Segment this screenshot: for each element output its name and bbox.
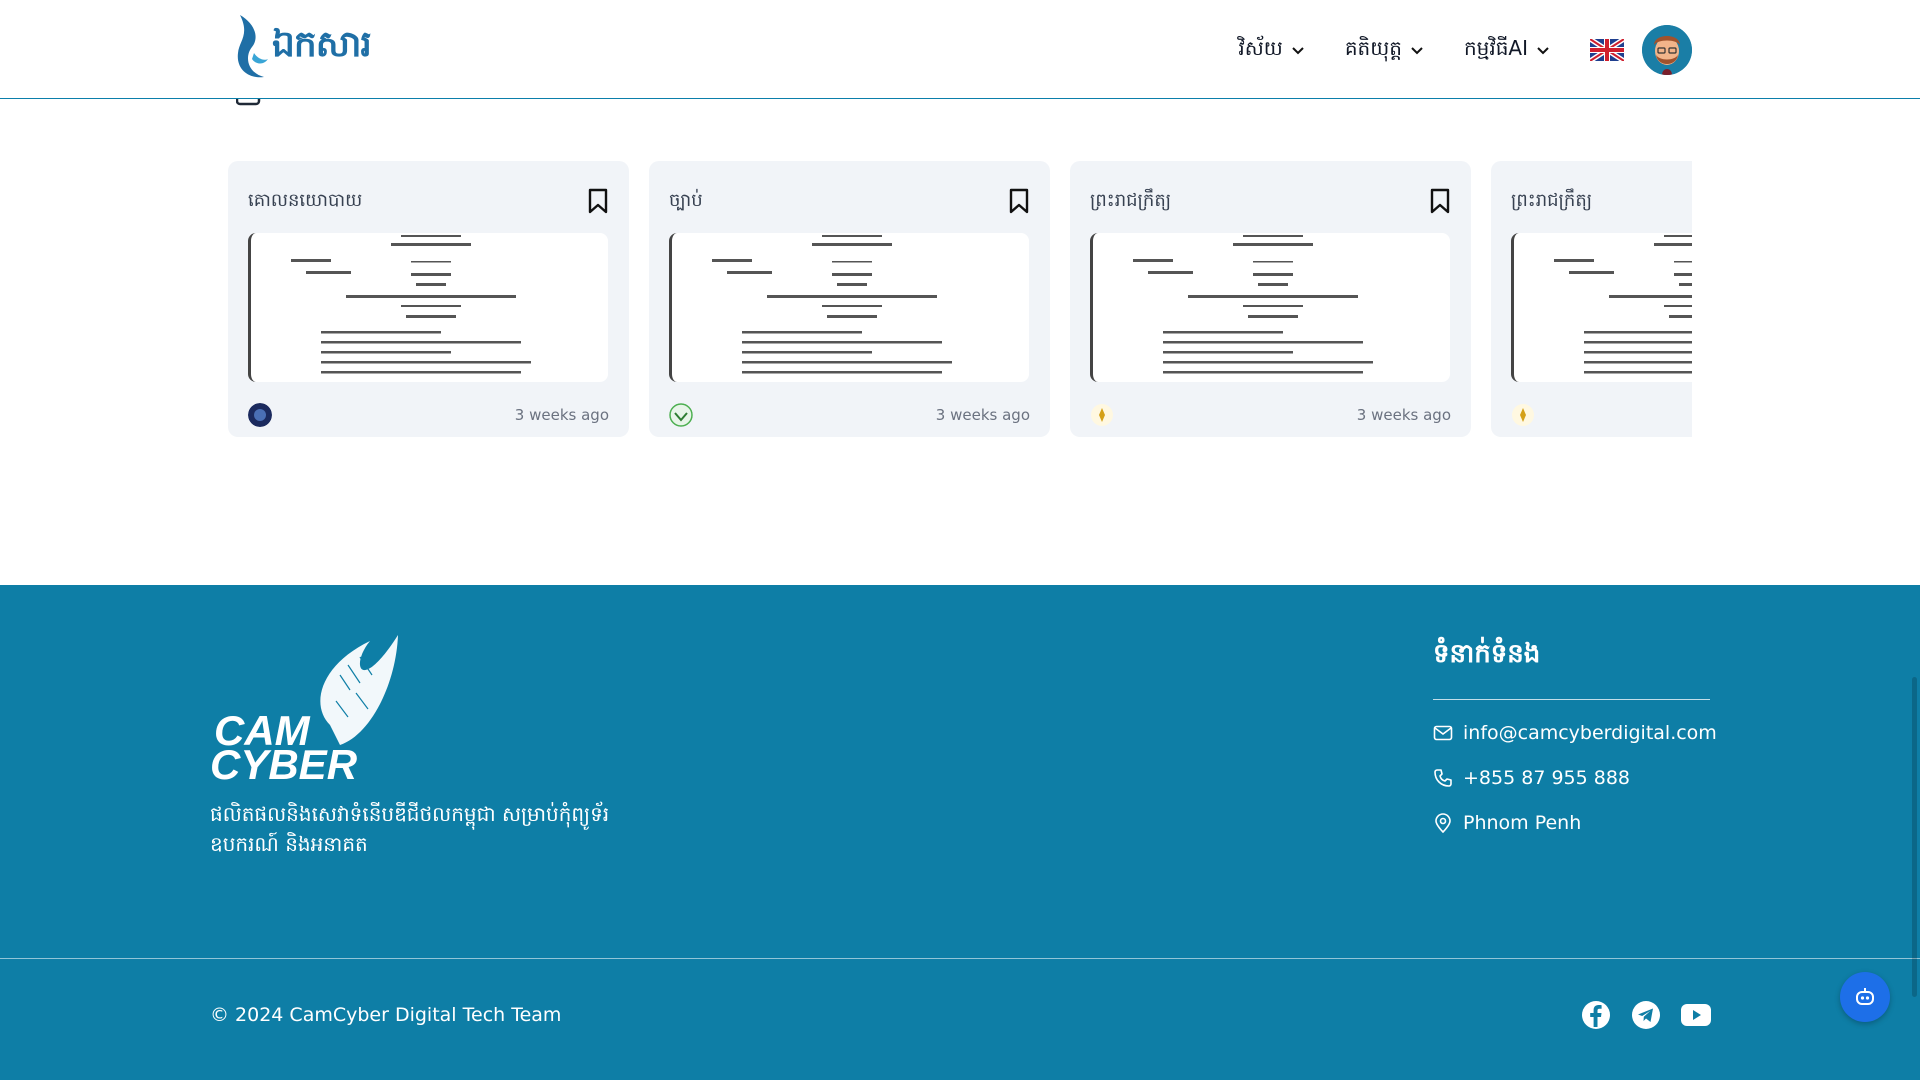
youtube-icon[interactable] — [1680, 999, 1712, 1031]
nav-legal-label: គតិយុត្ត — [1344, 36, 1402, 60]
site-footer: CAM CYBER ផលិតផលនិងសេវាទំនើបឌីជីថលកម្ពុជ… — [0, 585, 1920, 1080]
contact-location: Phnom Penh — [1433, 812, 1581, 834]
footer-tagline: ផលិតផលនិងសេវាទំនើបឌីជីថលកម្ពុជា សម្រាប់ក… — [210, 802, 610, 856]
nav-sector-label: វិស័យ — [1238, 36, 1283, 60]
bookmark-icon[interactable] — [587, 188, 609, 214]
camcyber-logo[interactable]: CAM CYBER — [210, 635, 400, 788]
document-thumbnail[interactable] — [248, 233, 608, 382]
contact-email[interactable]: info@camcyberdigital.com — [1433, 722, 1717, 744]
logo-text: ឯកសារ — [272, 23, 372, 65]
nav-ai-label: កម្មវិធីAI — [1463, 36, 1528, 60]
robot-icon — [1856, 988, 1874, 1005]
card-time: 3 weeks ago — [514, 406, 609, 424]
phone-icon — [1434, 769, 1452, 787]
mail-icon — [1433, 725, 1453, 741]
document-preview-icon — [1133, 235, 1373, 374]
document-card[interactable]: ព្រះរាជក្រឹត្យ 3 weeks ago — [1070, 161, 1471, 437]
bookmark-icon[interactable] — [1429, 188, 1451, 214]
contact-divider — [1433, 699, 1710, 700]
card-category: ព្រះរាជក្រឹត្យ — [1090, 189, 1172, 211]
card-time: 3 weeks ago — [935, 406, 1030, 424]
footer-divider — [0, 958, 1920, 959]
logo-cyber-text: CYBER — [210, 741, 358, 781]
phone-text: +855 87 955 888 — [1463, 767, 1631, 789]
location-text: Phnom Penh — [1463, 812, 1582, 834]
nav-legal[interactable]: គតិយុត្ត — [1345, 35, 1424, 65]
nav-sector[interactable]: វិស័យ — [1238, 35, 1304, 65]
card-category: គោលនយោបាយ — [248, 189, 363, 211]
copyright-text: © 2024 CamCyber Digital Tech Team — [210, 1004, 562, 1026]
document-preview-icon — [1554, 235, 1692, 374]
royal-emblem-icon — [1512, 404, 1534, 426]
top-header: ឯកសារ វិស័យ គតិយុត្ត កម្មវិធីAI — [0, 0, 1920, 99]
user-avatar-icon[interactable] — [1642, 25, 1692, 75]
email-text: info@camcyberdigital.com — [1463, 722, 1717, 744]
ministry-seal-icon — [248, 403, 272, 427]
chatbot-button[interactable] — [1840, 972, 1890, 1022]
uk-flag-icon[interactable] — [1590, 39, 1624, 61]
social-links — [1580, 999, 1730, 1031]
card-category: ច្បាប់ — [669, 189, 703, 211]
document-thumbnail[interactable] — [1511, 233, 1692, 382]
logo-wave-icon — [237, 15, 268, 78]
contact-phone[interactable]: +855 87 955 888 — [1433, 767, 1630, 789]
document-carousel: គោលនយោបាយ 3 weeks ago ច្បាប់ 3 weeks ago… — [228, 161, 1692, 437]
document-preview-icon — [712, 235, 952, 374]
bookmark-icon[interactable] — [1008, 188, 1030, 214]
document-card[interactable]: ច្បាប់ 3 weeks ago — [649, 161, 1050, 437]
card-category: ព្រះរាជក្រឹត្យ — [1511, 189, 1593, 211]
nav-ai-program[interactable]: កម្មវិធីAI — [1464, 35, 1550, 65]
card-time: 3 weeks ago — [1356, 406, 1451, 424]
green-emblem-icon — [669, 403, 693, 427]
page-scrollbar[interactable] — [1912, 677, 1917, 997]
contact-title: ទំនាក់ទំនង — [1433, 639, 1541, 669]
document-thumbnail[interactable] — [669, 233, 1029, 382]
chevron-down-icon — [1411, 47, 1423, 55]
telegram-icon[interactable] — [1630, 999, 1662, 1031]
document-preview-icon — [291, 235, 531, 374]
chevron-down-icon — [1537, 47, 1549, 55]
site-logo[interactable]: ឯកសារ — [234, 12, 372, 82]
document-card[interactable]: គោលនយោបាយ 3 weeks ago — [228, 161, 629, 437]
document-card[interactable]: ព្រះរាជក្រឹត្យ — [1491, 161, 1692, 437]
document-thumbnail[interactable] — [1090, 233, 1450, 382]
royal-emblem-icon — [1091, 404, 1113, 426]
location-pin-icon — [1435, 813, 1451, 833]
facebook-icon[interactable] — [1580, 999, 1612, 1031]
chevron-down-icon — [1292, 47, 1304, 55]
main-nav: វិស័យ គតិយុត្ត កម្មវិធីAI — [1238, 24, 1692, 76]
